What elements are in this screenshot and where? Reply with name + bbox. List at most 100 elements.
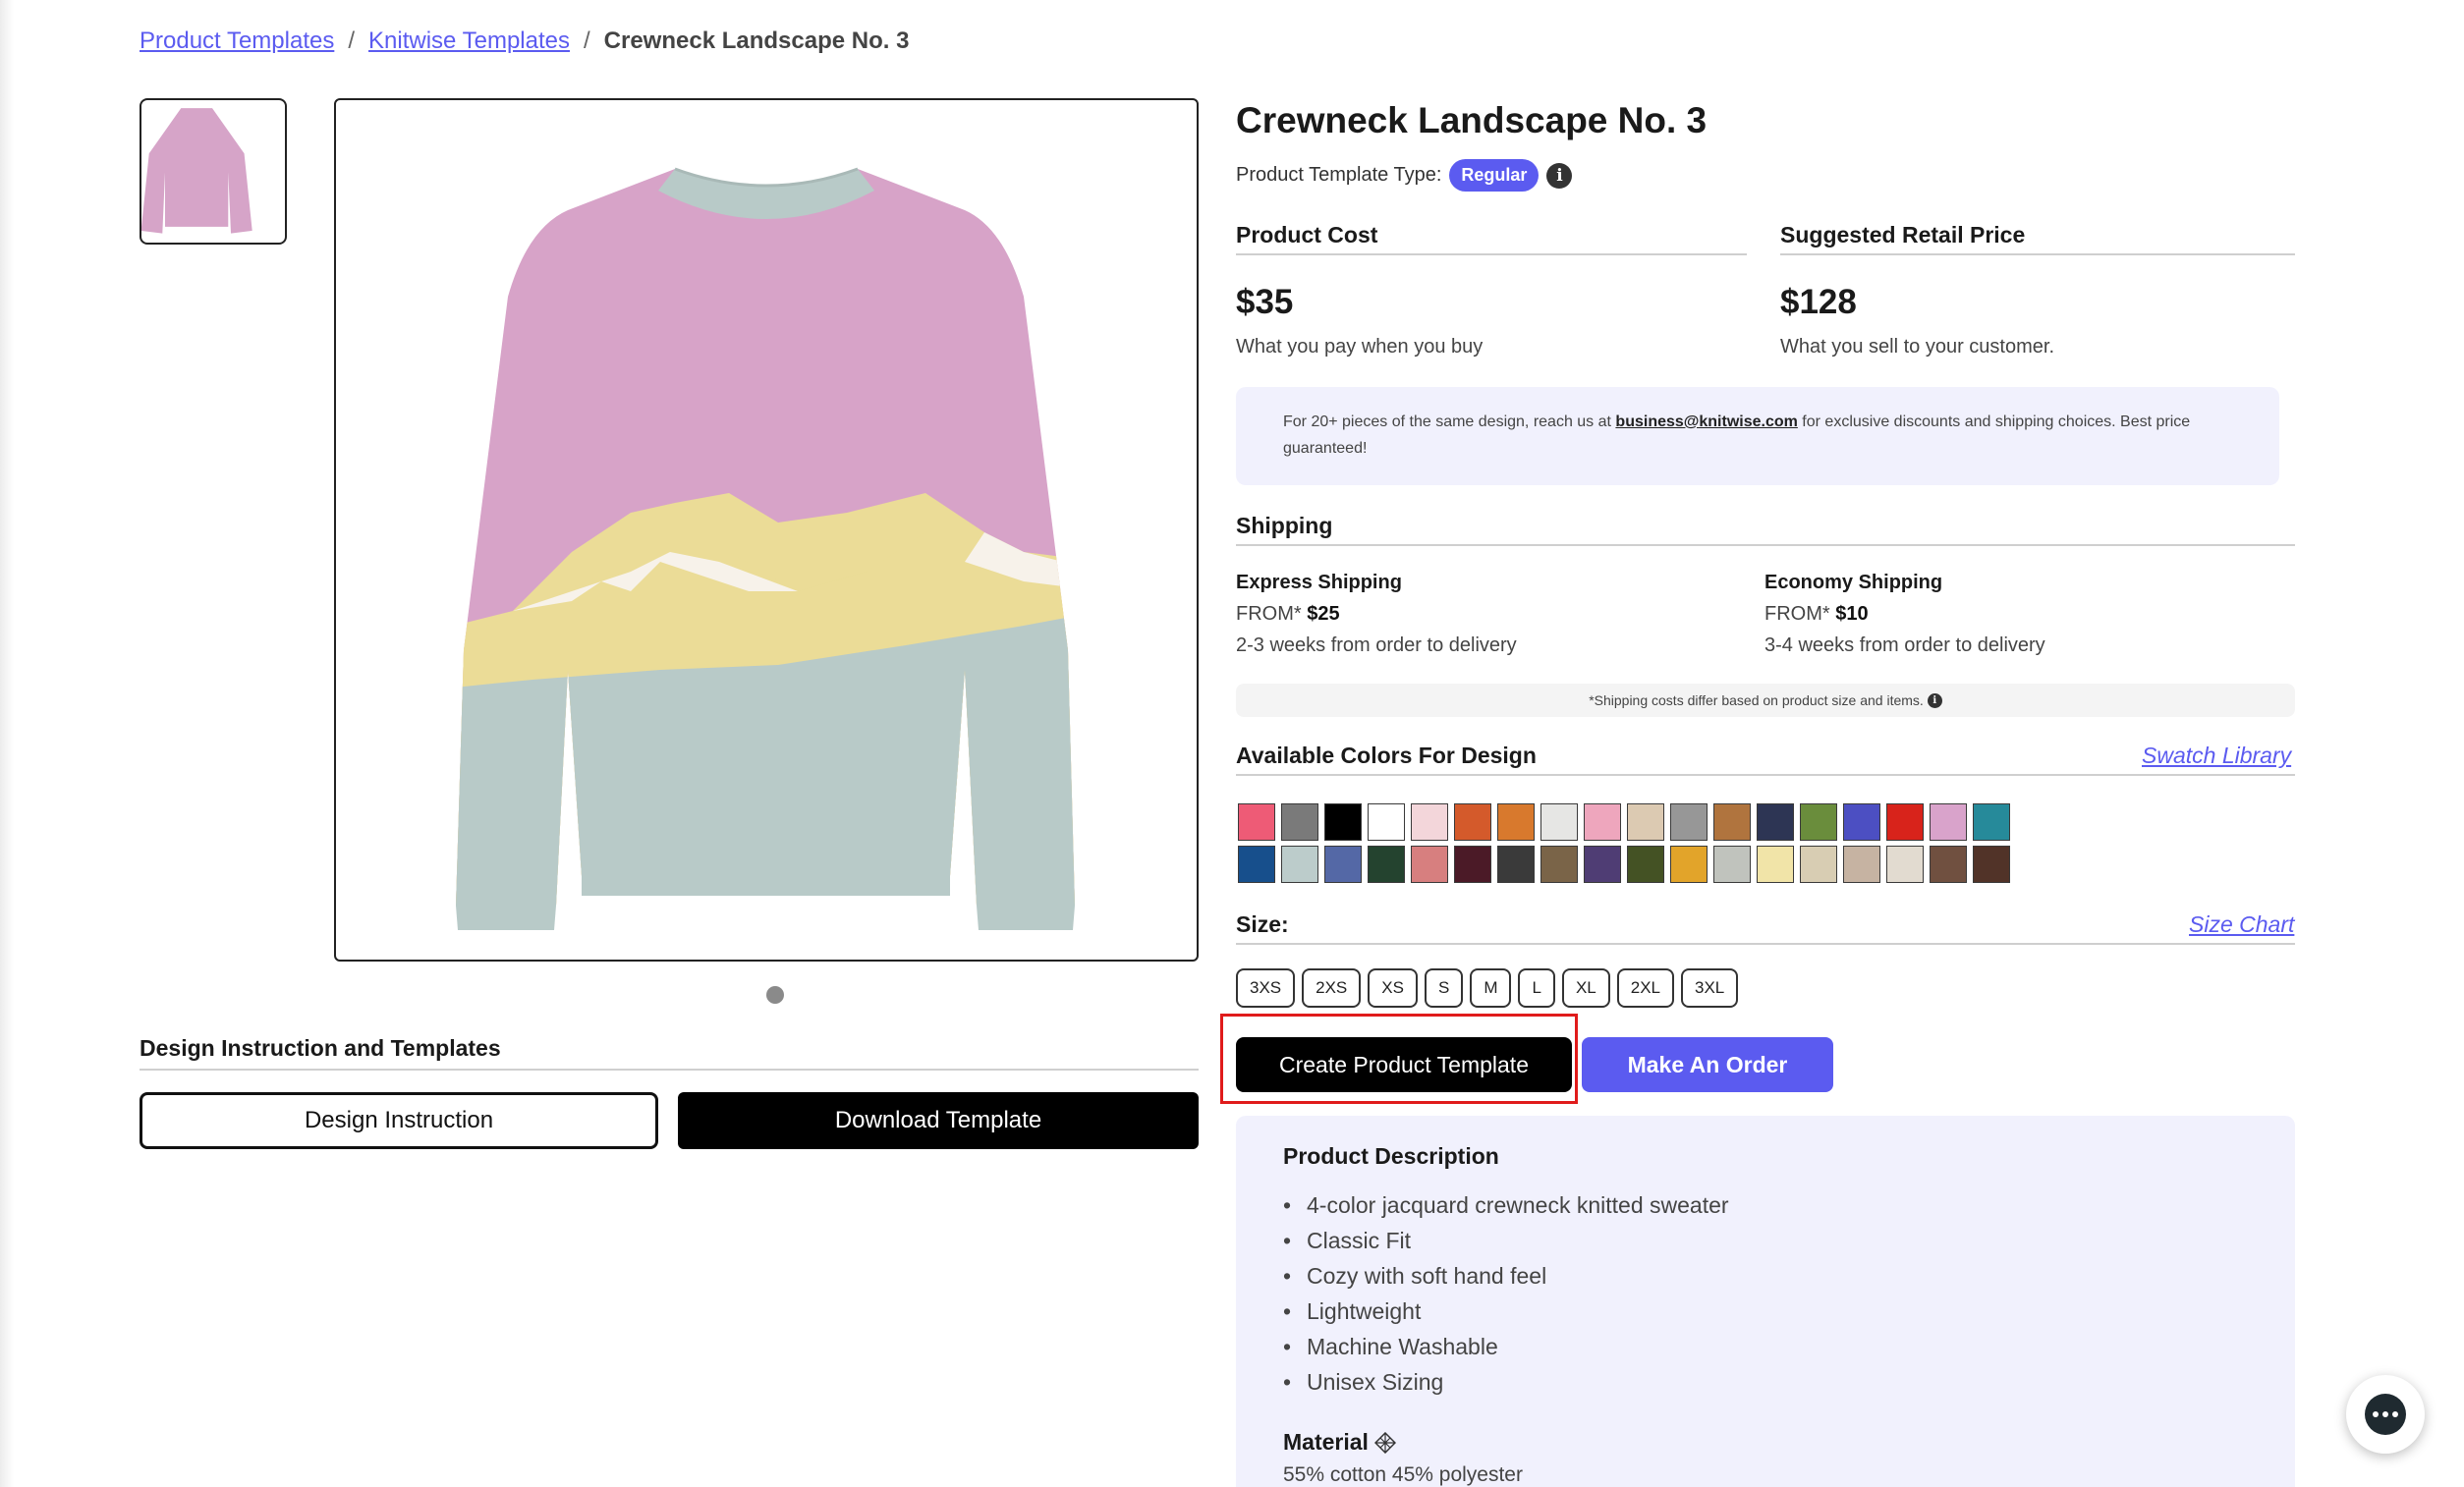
size-option[interactable]: M (1470, 968, 1512, 1008)
size-option[interactable]: XS (1368, 968, 1418, 1008)
color-swatch[interactable] (1281, 803, 1318, 841)
divider (140, 1069, 1199, 1071)
color-swatch[interactable] (1843, 846, 1880, 883)
color-swatch[interactable] (1800, 846, 1837, 883)
product-type-label: Product Template Type: (1236, 164, 1442, 186)
product-cost-header: Product Cost (1236, 222, 1378, 248)
color-swatch[interactable] (1497, 803, 1535, 841)
carousel-dot[interactable] (766, 986, 784, 1004)
color-swatch[interactable] (1368, 846, 1405, 883)
divider (1236, 774, 2295, 776)
product-description-panel: Product Description 4-color jacquard cre… (1236, 1116, 2295, 1487)
size-option[interactable]: L (1518, 968, 1555, 1008)
color-swatch[interactable] (1324, 846, 1362, 883)
color-swatch[interactable] (1627, 803, 1664, 841)
list-item: Classic Fit (1283, 1223, 2248, 1258)
express-shipping-price: FROM* $25 (1236, 603, 1340, 626)
color-swatch[interactable] (1454, 803, 1491, 841)
breadcrumb-separator: / (348, 28, 355, 54)
size-options: 3XS 2XS XS S M L XL 2XL 3XL (1236, 968, 1739, 1008)
color-swatch[interactable] (1368, 803, 1405, 841)
color-swatch[interactable] (1324, 803, 1362, 841)
color-swatch[interactable] (1584, 803, 1621, 841)
info-icon[interactable]: i (1927, 692, 1942, 708)
color-swatch[interactable] (1411, 803, 1448, 841)
color-swatch[interactable] (1713, 846, 1751, 883)
product-type-row: Product Template Type: Regular i (1236, 159, 1573, 192)
express-price-value: $25 (1307, 603, 1340, 625)
color-swatch[interactable] (1757, 846, 1794, 883)
express-from-label: FROM* (1236, 603, 1302, 625)
economy-shipping-time: 3-4 weeks from order to delivery (1764, 634, 2045, 656)
design-instruction-button[interactable]: Design Instruction (140, 1092, 658, 1149)
create-product-template-button[interactable]: Create Product Template (1236, 1037, 1572, 1092)
product-thumbnail[interactable] (140, 98, 287, 245)
breadcrumb-knitwise-templates[interactable]: Knitwise Templates (368, 28, 570, 55)
product-cost-caption: What you pay when you buy (1236, 336, 1484, 358)
breadcrumb: Product Templates / Knitwise Templates /… (140, 28, 909, 55)
color-swatch[interactable] (1670, 846, 1708, 883)
page-left-shadow (0, 0, 14, 1487)
size-option[interactable]: S (1424, 968, 1464, 1008)
product-type-badge: Regular (1449, 159, 1540, 192)
product-main-image (334, 98, 1199, 962)
sweater-thumbnail-image (141, 108, 252, 234)
size-option[interactable]: 2XL (1616, 968, 1674, 1008)
color-swatch[interactable] (1238, 803, 1275, 841)
color-swatch[interactable] (1627, 846, 1664, 883)
color-swatch[interactable] (1670, 803, 1708, 841)
breadcrumb-product-templates[interactable]: Product Templates (140, 28, 334, 55)
product-description-list: 4-color jacquard crewneck knitted sweate… (1283, 1187, 2248, 1400)
info-icon[interactable]: i (1546, 162, 1573, 189)
color-swatch[interactable] (1886, 846, 1924, 883)
yarn-pattern-icon (1373, 1431, 1396, 1454)
size-option[interactable]: 3XL (1681, 968, 1739, 1008)
color-swatch[interactable] (1584, 846, 1621, 883)
divider (1236, 253, 1747, 255)
download-template-button[interactable]: Download Template (678, 1092, 1199, 1149)
color-swatch[interactable] (1713, 803, 1751, 841)
color-swatch[interactable] (1886, 803, 1924, 841)
make-an-order-button[interactable]: Make An Order (1582, 1037, 1833, 1092)
color-swatch[interactable] (1930, 803, 1967, 841)
size-option[interactable]: 2XS (1302, 968, 1362, 1008)
bulk-order-note: For 20+ pieces of the same design, reach… (1236, 387, 2279, 485)
bulk-note-email-link[interactable]: business@knitwise.com (1615, 413, 1797, 430)
color-swatch[interactable] (1973, 803, 2010, 841)
retail-price-header: Suggested Retail Price (1780, 222, 2026, 248)
size-option[interactable]: 3XS (1236, 968, 1296, 1008)
divider (1780, 253, 2295, 255)
shipping-note-text: *Shipping costs differ based on product … (1589, 692, 1924, 708)
chat-launcher-button[interactable] (2346, 1375, 2425, 1454)
shipping-cost-note: *Shipping costs differ based on product … (1236, 684, 2295, 717)
color-swatch[interactable] (1540, 803, 1578, 841)
size-chart-link[interactable]: Size Chart (2189, 911, 2294, 938)
divider (1236, 943, 2295, 945)
express-shipping-time: 2-3 weeks from order to delivery (1236, 634, 1517, 656)
size-option[interactable]: XL (1561, 968, 1610, 1008)
color-swatch[interactable] (1281, 846, 1318, 883)
color-swatch[interactable] (1800, 803, 1837, 841)
color-swatch[interactable] (1843, 803, 1880, 841)
express-shipping-name: Express Shipping (1236, 572, 1402, 593)
list-item: Machine Washable (1283, 1329, 2248, 1364)
color-swatch[interactable] (1973, 846, 2010, 883)
product-description-title: Product Description (1283, 1143, 1499, 1169)
economy-shipping-name: Economy Shipping (1764, 572, 1943, 593)
color-swatch[interactable] (1930, 846, 1967, 883)
list-item: Cozy with soft hand feel (1283, 1258, 2248, 1294)
color-swatch[interactable] (1454, 846, 1491, 883)
breadcrumb-current: Crewneck Landscape No. 3 (603, 28, 910, 54)
color-swatch[interactable] (1411, 846, 1448, 883)
color-swatch-grid (1238, 803, 2044, 883)
color-swatch[interactable] (1757, 803, 1794, 841)
sweater-image (456, 167, 1075, 930)
color-swatch[interactable] (1497, 846, 1535, 883)
design-section-title: Design Instruction and Templates (140, 1035, 501, 1061)
color-swatch[interactable] (1238, 846, 1275, 883)
material-text: 55% cotton 45% polyester (1283, 1463, 1523, 1486)
breadcrumb-separator: / (583, 28, 590, 54)
swatch-library-link[interactable]: Swatch Library (2142, 743, 2291, 769)
color-swatch[interactable] (1540, 846, 1578, 883)
list-item: Lightweight (1283, 1294, 2248, 1329)
